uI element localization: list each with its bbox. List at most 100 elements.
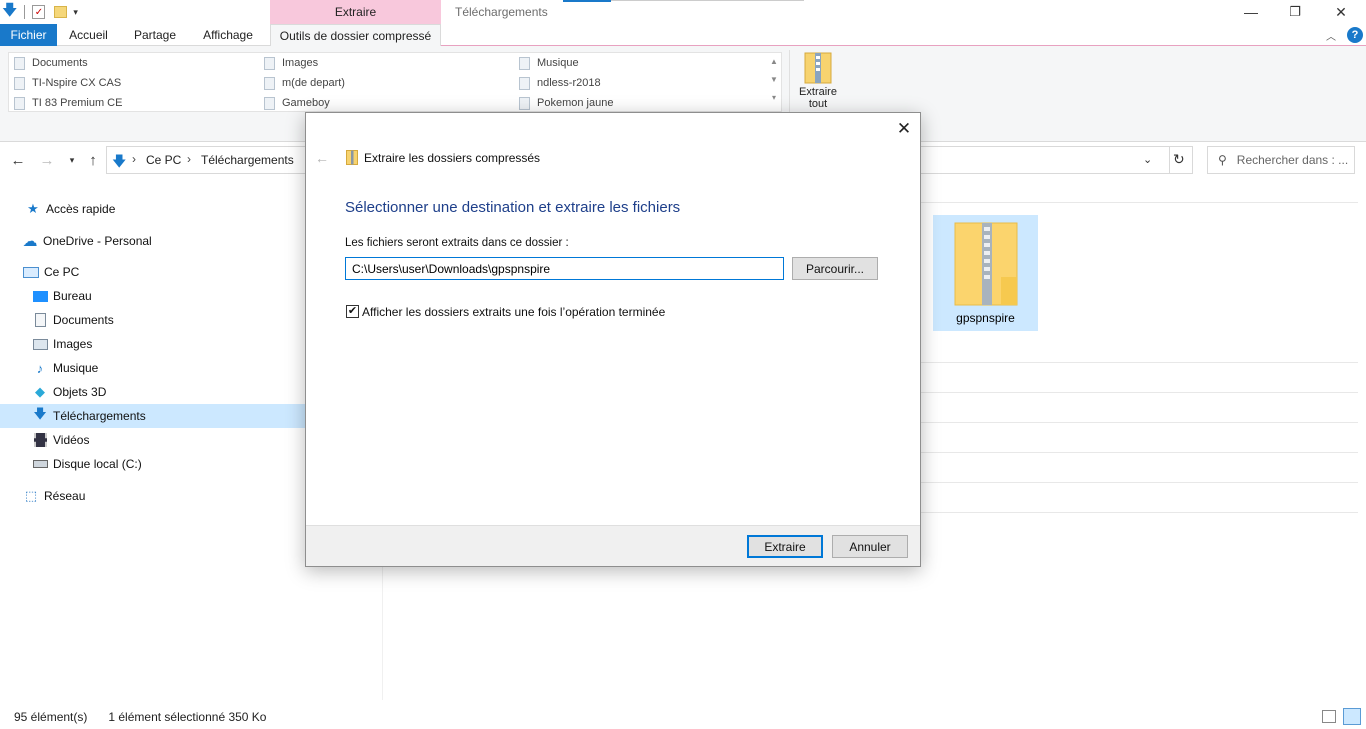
tab-share[interactable]: Partage	[122, 24, 188, 46]
breadcrumb-downloads[interactable]: Téléchargements	[201, 153, 294, 167]
recent-locations-chevron-icon[interactable]: ▾	[62, 150, 82, 170]
dialog-close-button[interactable]: ✕	[891, 117, 917, 141]
dest-item[interactable]: Pokemon jaune	[519, 93, 613, 113]
new-folder-icon[interactable]	[54, 6, 68, 18]
document-icon	[32, 312, 48, 328]
folder-icon	[14, 76, 25, 90]
separator	[24, 5, 26, 19]
download-arrow-icon: 🡇	[33, 406, 47, 421]
quick-access-toolbar: 🡇 ✓ ▾	[2, 2, 78, 21]
forward-arrow-icon[interactable]: →	[37, 150, 57, 170]
tab-file[interactable]: Fichier	[0, 24, 57, 46]
chevron-right-icon[interactable]: ›	[187, 152, 191, 166]
cancel-button[interactable]: Annuler	[832, 535, 908, 558]
folder-icon	[519, 76, 530, 90]
file-name: gpspnspire	[956, 311, 1015, 325]
item-count: 95 élément(s)	[14, 710, 88, 724]
gallery-more-icon[interactable]: ▾	[768, 89, 780, 107]
extract-button[interactable]: Extraire	[747, 535, 823, 558]
nav-documents[interactable]: Documents	[32, 308, 114, 332]
collapse-ribbon-icon[interactable]: ︿	[1326, 28, 1336, 43]
search-icon: ⚲	[1218, 153, 1227, 167]
dest-item[interactable]: Musique	[519, 53, 579, 73]
image-folder-icon	[264, 56, 275, 70]
zip-folder-icon	[954, 222, 1017, 306]
scroll-down-icon[interactable]: ▼	[768, 71, 780, 89]
title-accent	[563, 0, 611, 2]
desktop-icon	[32, 288, 48, 304]
nav-objets-3d[interactable]: ◆ Objets 3D	[32, 380, 106, 404]
dest-item[interactable]: m(de depart)	[264, 73, 345, 93]
show-extracted-checkbox[interactable]: ✔	[346, 305, 359, 318]
search-input[interactable]: ⚲ Rechercher dans : ...	[1207, 146, 1355, 174]
nav-network[interactable]: ⬚ Réseau	[23, 484, 86, 508]
dest-item[interactable]: TI 83 Premium CE	[14, 93, 122, 113]
dest-item[interactable]: Images	[264, 53, 318, 73]
scroll-up-icon[interactable]: ▲	[768, 53, 780, 71]
film-icon	[32, 432, 48, 448]
show-extracted-label: Afficher les dossiers extraits une fois …	[362, 305, 666, 319]
download-folder-icon: 🡇	[112, 153, 127, 169]
destination-label: Les fichiers seront extraits dans ce dos…	[345, 237, 569, 249]
properties-icon[interactable]: ✓	[32, 5, 46, 19]
tab-home[interactable]: Accueil	[57, 24, 120, 46]
context-group-extraire: Extraire	[270, 0, 441, 24]
nav-quick-access[interactable]: ★ Accès rapide	[25, 197, 115, 221]
folder-icon	[264, 76, 275, 90]
dest-item[interactable]: Documents	[14, 53, 88, 73]
ribbon-separator	[789, 50, 790, 112]
minimize-button[interactable]: —	[1228, 0, 1274, 24]
large-icons-view-icon[interactable]	[1343, 708, 1361, 725]
destination-path-input[interactable]	[345, 257, 784, 280]
back-arrow-icon[interactable]: ←	[8, 150, 28, 170]
title-bar: 🡇 ✓ ▾ Extraire Téléchargements — ❐ ✕	[0, 0, 1366, 24]
refresh-icon[interactable]: ↻	[1173, 151, 1185, 168]
folder-icon	[519, 96, 530, 110]
up-arrow-icon[interactable]: ↑	[83, 150, 103, 170]
browse-button[interactable]: Parcourir...	[792, 257, 878, 280]
status-bar: 95 élément(s) 1 élément sélectionné 350 …	[0, 705, 1366, 729]
cloud-icon: ☁	[22, 233, 38, 250]
gallery-scroll[interactable]: ▲ ▼ ▾	[768, 53, 780, 111]
close-button[interactable]: ✕	[1318, 0, 1364, 24]
hard-drive-icon	[32, 456, 48, 472]
extract-destination-gallery: Documents Images Musique TI-Nspire CX CA…	[8, 52, 782, 112]
selection-info: 1 élément sélectionné 350 Ko	[108, 710, 267, 724]
music-folder-icon	[519, 56, 530, 70]
address-dropdown-icon[interactable]: ⌄	[1143, 153, 1152, 166]
tab-view[interactable]: Affichage	[190, 24, 266, 46]
nav-videos[interactable]: Vidéos	[32, 428, 89, 452]
dialog-heading: Sélectionner une destination et extraire…	[345, 199, 681, 216]
breadcrumb-this-pc[interactable]: Ce PC	[146, 153, 181, 167]
nav-musique[interactable]: ♪ Musique	[32, 356, 99, 380]
dest-item[interactable]: Gameboy	[264, 93, 330, 113]
computer-icon	[23, 264, 39, 280]
file-item-selected[interactable]: gpspnspire	[933, 215, 1038, 331]
chevron-right-icon[interactable]: ›	[132, 152, 136, 166]
image-icon	[32, 336, 48, 352]
dialog-back-arrow-icon[interactable]: ←	[315, 150, 329, 166]
download-arrow-icon[interactable]: 🡇	[2, 0, 17, 25]
extract-all-label-2: tout	[808, 98, 828, 110]
search-placeholder: Rechercher dans : ...	[1236, 153, 1349, 167]
qat-customize-icon[interactable]: ▾	[73, 7, 78, 18]
ribbon-tabs: Fichier Accueil Partage Affichage Outils…	[0, 24, 1366, 47]
network-icon: ⬚	[24, 488, 38, 503]
nav-onedrive[interactable]: ☁ OneDrive - Personal	[22, 229, 152, 253]
extract-compressed-folders-dialog: ✕ ← Extraire les dossiers compressés Sél…	[305, 112, 921, 567]
extract-all-button[interactable]: Extraire tout	[794, 50, 842, 114]
nav-images[interactable]: Images	[32, 332, 92, 356]
dest-item[interactable]: TI-Nspire CX CAS	[14, 73, 121, 93]
nav-local-disk[interactable]: Disque local (C:)	[32, 452, 142, 476]
tab-compressed-tools[interactable]: Outils de dossier compressé	[270, 24, 441, 47]
dialog-title: Extraire les dossiers compressés	[364, 151, 541, 165]
dest-item[interactable]: ndless-r2018	[519, 73, 601, 93]
details-view-icon[interactable]	[1322, 710, 1336, 723]
document-icon	[14, 56, 25, 70]
nav-this-pc[interactable]: Ce PC	[23, 260, 79, 284]
nav-bureau[interactable]: Bureau	[32, 284, 92, 308]
dialog-footer: Extraire Annuler	[306, 525, 920, 566]
help-icon[interactable]: ?	[1347, 27, 1363, 43]
maximize-button[interactable]: ❐	[1272, 0, 1318, 24]
folder-icon	[264, 96, 275, 110]
